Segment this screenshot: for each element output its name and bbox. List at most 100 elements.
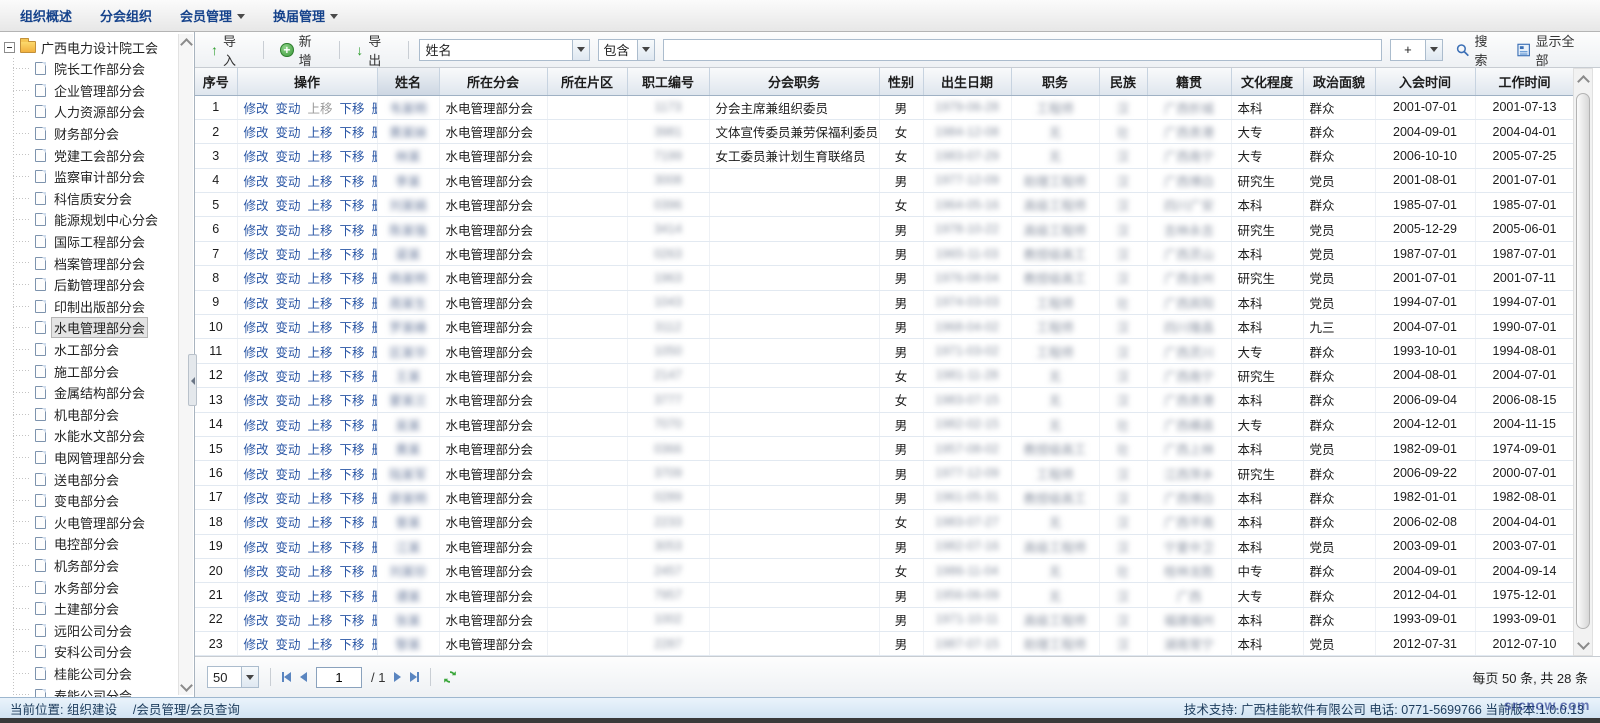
- add-condition-select[interactable]: +: [1390, 39, 1444, 61]
- column-header-edu[interactable]: 文化程度: [1231, 68, 1303, 95]
- tree-item[interactable]: 印制出版部分会: [13, 296, 176, 318]
- change-link[interactable]: 变动: [276, 272, 301, 286]
- tree-item[interactable]: 泰能公司分会: [13, 684, 176, 697]
- move-down-link[interactable]: 下移: [340, 297, 365, 311]
- change-link[interactable]: 变动: [276, 297, 301, 311]
- move-down-link[interactable]: 下移: [340, 565, 365, 579]
- move-up-link[interactable]: 上移: [308, 394, 333, 408]
- chevron-down-icon[interactable]: [637, 40, 654, 60]
- change-link[interactable]: 变动: [276, 590, 301, 604]
- tree-item[interactable]: 财务部分会: [13, 123, 176, 145]
- move-down-link[interactable]: 下移: [340, 150, 365, 164]
- change-link[interactable]: 变动: [276, 370, 301, 384]
- move-up-link[interactable]: 上移: [308, 443, 333, 457]
- move-up-link[interactable]: 上移: [308, 297, 333, 311]
- scroll-up-icon[interactable]: [182, 38, 190, 46]
- move-up-link[interactable]: 上移: [308, 468, 333, 482]
- tree-item[interactable]: 机务部分会: [13, 555, 176, 577]
- edit-link[interactable]: 修改: [244, 492, 269, 506]
- menu-item-分会组织[interactable]: 分会组织: [86, 0, 166, 31]
- tree-item[interactable]: 安科公司分会: [13, 641, 176, 663]
- change-link[interactable]: 变动: [276, 443, 301, 457]
- chevron-down-icon[interactable]: [241, 667, 258, 687]
- move-down-link[interactable]: 下移: [340, 492, 365, 506]
- move-down-link[interactable]: 下移: [340, 516, 365, 530]
- edit-link[interactable]: 修改: [244, 590, 269, 604]
- next-page-button[interactable]: [394, 672, 401, 682]
- move-up-link[interactable]: 上移: [308, 492, 333, 506]
- edit-link[interactable]: 修改: [244, 370, 269, 384]
- move-down-link[interactable]: 下移: [340, 443, 365, 457]
- edit-link[interactable]: 修改: [244, 175, 269, 189]
- export-button[interactable]: ↓ 导出: [350, 27, 398, 73]
- move-down-link[interactable]: 下移: [340, 346, 365, 360]
- edit-link[interactable]: 修改: [244, 516, 269, 530]
- move-down-link[interactable]: 下移: [340, 638, 365, 652]
- column-header-title[interactable]: 职务: [1011, 68, 1099, 95]
- refresh-icon[interactable]: [442, 669, 458, 685]
- tree-item[interactable]: 电网管理部分会: [13, 447, 176, 469]
- scroll-up-icon[interactable]: [1579, 75, 1587, 83]
- edit-link[interactable]: 修改: [244, 224, 269, 238]
- scroll-down-icon[interactable]: [1579, 641, 1587, 649]
- move-down-link[interactable]: 下移: [340, 419, 365, 433]
- panel-splitter-handle[interactable]: [188, 354, 197, 406]
- move-down-link[interactable]: 下移: [340, 175, 365, 189]
- change-link[interactable]: 变动: [276, 614, 301, 628]
- column-header-origin[interactable]: 籍贯: [1147, 68, 1231, 95]
- move-up-link[interactable]: 上移: [308, 590, 333, 604]
- page-size-select[interactable]: 50: [207, 666, 259, 688]
- column-header-ethnic[interactable]: 民族: [1099, 68, 1147, 95]
- tree-item[interactable]: 变电部分会: [13, 490, 176, 512]
- change-link[interactable]: 变动: [276, 102, 301, 116]
- edit-link[interactable]: 修改: [244, 614, 269, 628]
- grid-scrollbar[interactable]: [1573, 68, 1593, 656]
- column-header-op[interactable]: 操作: [237, 68, 377, 95]
- last-page-button[interactable]: [410, 672, 419, 682]
- tree-item[interactable]: 桂能公司分会: [13, 663, 176, 685]
- tree-item[interactable]: 送电部分会: [13, 468, 176, 490]
- change-link[interactable]: 变动: [276, 541, 301, 555]
- edit-link[interactable]: 修改: [244, 419, 269, 433]
- move-down-link[interactable]: 下移: [340, 321, 365, 335]
- tree-item[interactable]: 国际工程部分会: [13, 231, 176, 253]
- page-number-input[interactable]: [316, 667, 362, 688]
- change-link[interactable]: 变动: [276, 199, 301, 213]
- edit-link[interactable]: 修改: [244, 102, 269, 116]
- tree-item[interactable]: 水电管理部分会: [13, 317, 176, 339]
- show-all-button[interactable]: 显示全部: [1512, 27, 1590, 73]
- tree-item[interactable]: 火电管理部分会: [13, 511, 176, 533]
- move-down-link[interactable]: 下移: [340, 199, 365, 213]
- edit-link[interactable]: 修改: [244, 565, 269, 579]
- column-header-name[interactable]: 姓名: [377, 68, 439, 95]
- change-link[interactable]: 变动: [276, 492, 301, 506]
- tree-root-node[interactable]: 广西电力设计院工会: [4, 36, 176, 58]
- edit-link[interactable]: 修改: [244, 297, 269, 311]
- tree-item[interactable]: 后勤管理部分会: [13, 274, 176, 296]
- tree-item[interactable]: 水能水文部分会: [13, 425, 176, 447]
- edit-link[interactable]: 修改: [244, 248, 269, 262]
- column-header-birth[interactable]: 出生日期: [923, 68, 1011, 95]
- move-up-link[interactable]: 上移: [308, 272, 333, 286]
- move-up-link[interactable]: 上移: [308, 614, 333, 628]
- edit-link[interactable]: 修改: [244, 394, 269, 408]
- move-up-link[interactable]: 上移: [308, 541, 333, 555]
- tree-collapse-icon[interactable]: [4, 42, 15, 53]
- move-down-link[interactable]: 下移: [340, 224, 365, 238]
- change-link[interactable]: 变动: [276, 346, 301, 360]
- edit-link[interactable]: 修改: [244, 443, 269, 457]
- edit-link[interactable]: 修改: [244, 126, 269, 140]
- search-operator-select[interactable]: 包含: [598, 39, 655, 61]
- move-down-link[interactable]: 下移: [340, 614, 365, 628]
- move-down-link[interactable]: 下移: [340, 590, 365, 604]
- scrollbar-thumb[interactable]: [1576, 93, 1590, 629]
- tree-item[interactable]: 水务部分会: [13, 576, 176, 598]
- menu-item-组织概述[interactable]: 组织概述: [6, 0, 86, 31]
- search-field-select[interactable]: 姓名: [419, 39, 589, 61]
- move-down-link[interactable]: 下移: [340, 248, 365, 262]
- change-link[interactable]: 变动: [276, 565, 301, 579]
- change-link[interactable]: 变动: [276, 175, 301, 189]
- column-header-duty[interactable]: 分会职务: [709, 68, 879, 95]
- tree-item[interactable]: 电控部分会: [13, 533, 176, 555]
- change-link[interactable]: 变动: [276, 638, 301, 652]
